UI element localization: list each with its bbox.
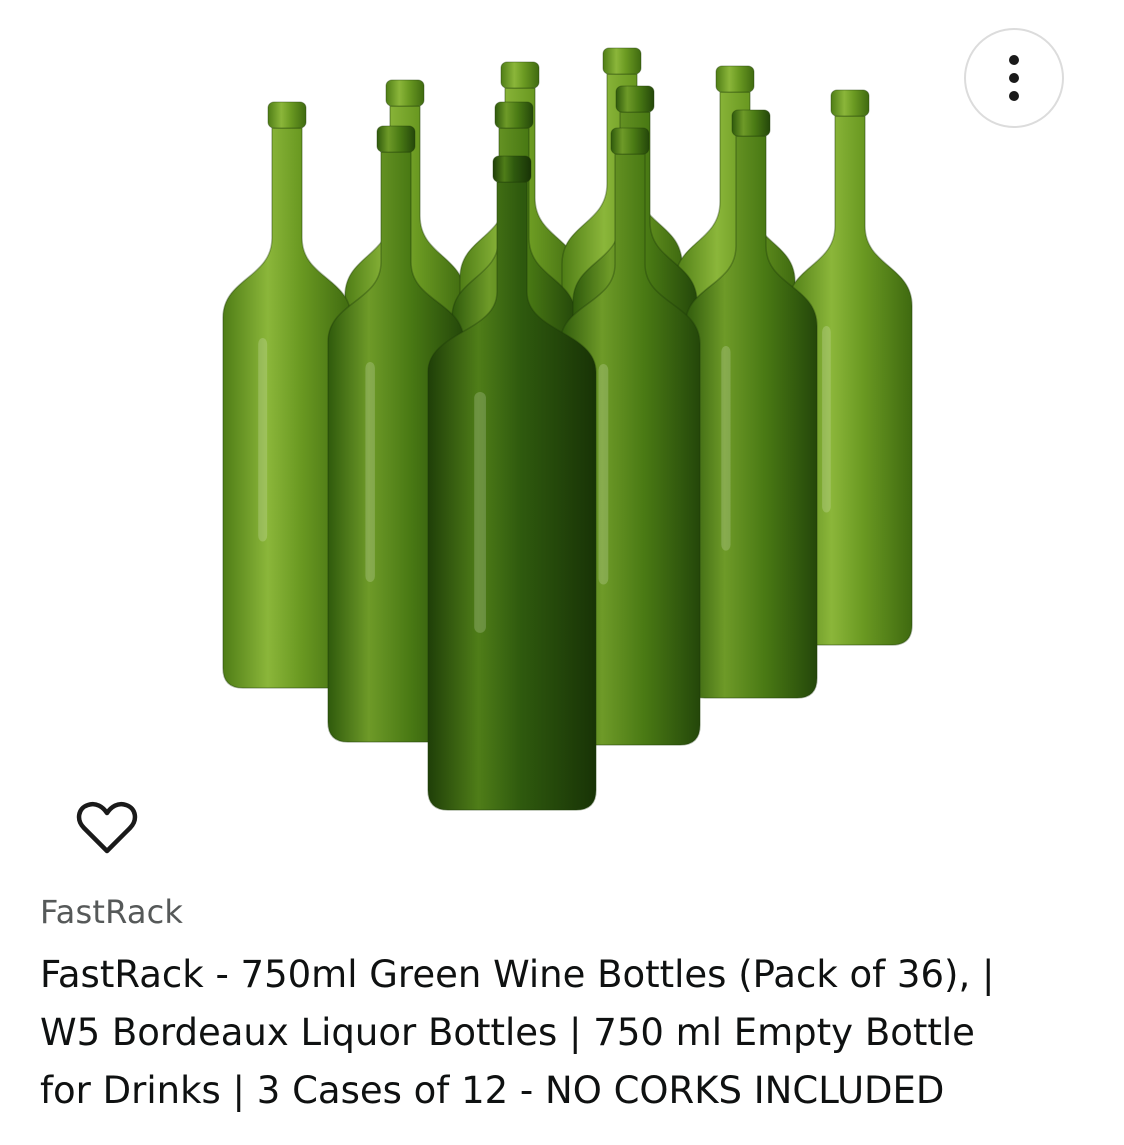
wine-bottle-highlight: [365, 362, 375, 582]
wine-bottle-lip: [610, 127, 650, 155]
wine-bottle-lip: [602, 47, 642, 75]
more-vertical-icon-dot: [1009, 91, 1019, 101]
product-title-line: for Drinks | 3 Cases of 12 - NO CORKS IN…: [40, 1069, 945, 1112]
wine-bottle-highlight: [598, 364, 609, 585]
product-title-line: W5 Bordeaux Liquor Bottles | 750 ml Empt…: [40, 1011, 975, 1054]
wine-bottle-lip: [494, 101, 534, 129]
wine-bottle-lip: [385, 79, 425, 107]
heart-outline-icon: [76, 801, 138, 854]
wine-bottle-lip: [376, 125, 416, 153]
wine-bottle-lip: [267, 101, 307, 129]
wine-bottle-highlight: [721, 346, 731, 551]
wine-bottle-lip: [715, 65, 755, 93]
wine-bottle-lip: [615, 85, 655, 113]
more-vertical-icon: [1009, 55, 1019, 65]
more-options-button[interactable]: [964, 28, 1064, 128]
wine-bottle-lip: [731, 109, 771, 137]
wine-bottle: [684, 135, 818, 699]
product-title[interactable]: FastRack - 750ml Green Wine Bottles (Pac…: [40, 946, 1100, 1120]
wine-bottle-lip: [830, 89, 870, 117]
product-title-line: FastRack - 750ml Green Wine Bottles (Pac…: [40, 953, 995, 996]
brand-name[interactable]: FastRack: [40, 893, 183, 931]
wishlist-button[interactable]: [76, 800, 146, 864]
wine-bottle-lip: [500, 61, 540, 89]
wine-bottle-highlight: [474, 392, 486, 633]
more-vertical-icon-dot: [1009, 73, 1019, 83]
product-image[interactable]: [0, 0, 1124, 870]
wine-bottle-highlight: [822, 326, 831, 513]
wine-bottle-lip: [492, 155, 532, 183]
wine-bottle-highlight: [258, 338, 268, 542]
wine-bottles-image: [222, 47, 913, 811]
